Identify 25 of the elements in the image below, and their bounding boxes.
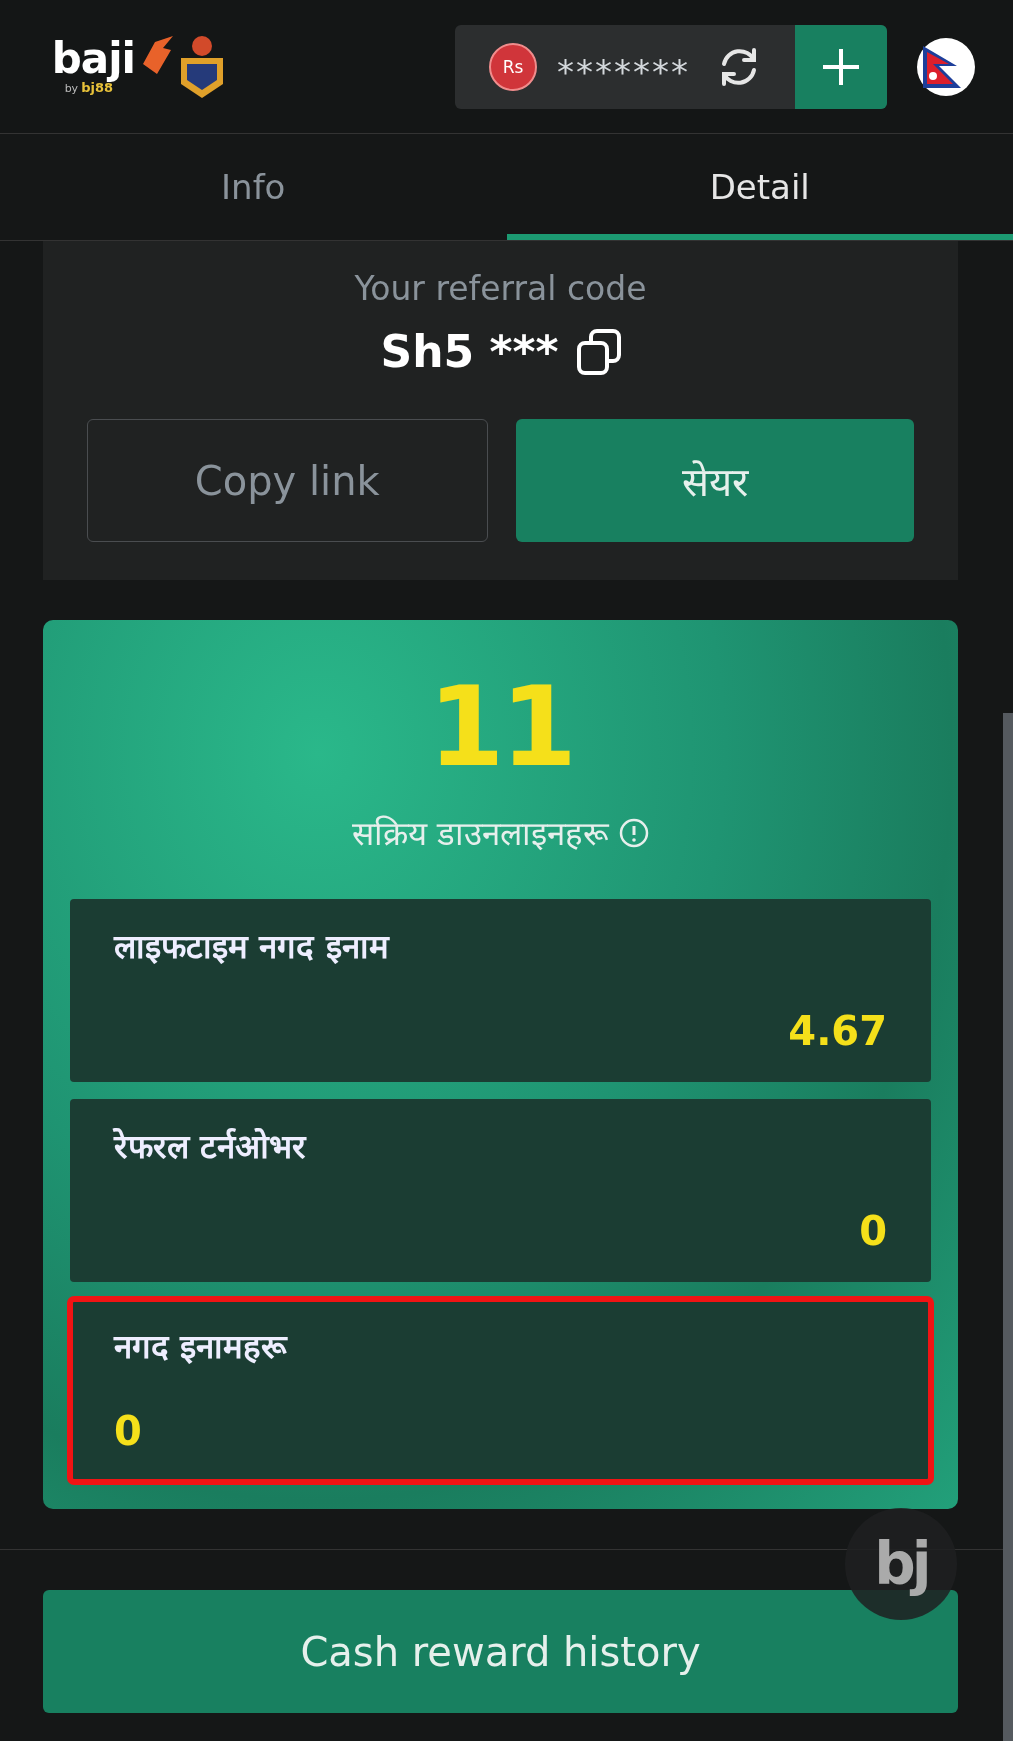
flag-icon[interactable] [917,37,975,96]
downline-count: 11 [427,672,574,782]
shield-icon [179,33,225,100]
stat-value: 0 [114,1408,142,1454]
plus-icon [821,46,861,87]
scrollbar[interactable] [1003,713,1013,1741]
logo: baji [51,38,135,80]
referral-title: Your referral code [354,269,647,308]
info-icon[interactable] [619,817,650,848]
tab[interactable]: Info [0,134,507,240]
copy-link-button[interactable]: Copy link [87,419,488,542]
stat-value: 4.67 [788,1008,887,1054]
currency-badge: Rs [489,42,537,91]
copy-icon[interactable] [576,328,621,375]
share-button[interactable]: सेयर [515,419,914,542]
tagline-prefix: by [64,82,79,95]
stat-label: नगद इनामहरू [114,1326,289,1368]
referral-code: Sh5 *** [380,326,559,377]
stat-label: रेफरल टर्नओभर [114,1126,308,1168]
deposit-button[interactable] [795,24,887,109]
downline-label: सक्रिय डाउनलाइनहरू [351,813,610,855]
stat-label: लाइफटाइम नगद इनाम [114,926,391,968]
stat-value: 0 [859,1208,887,1254]
balance-amount: ******* [557,50,690,92]
floating-logo-button[interactable]: bj [845,1508,957,1620]
